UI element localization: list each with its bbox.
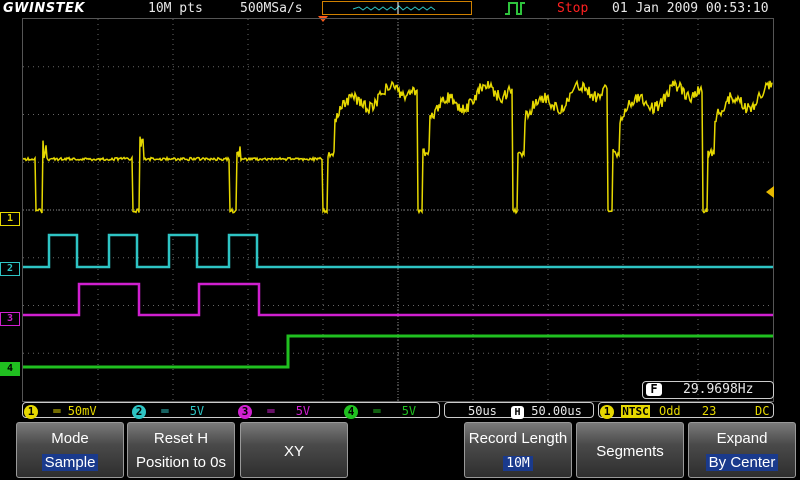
- xy-softkey[interactable]: XY: [240, 422, 348, 478]
- datetime-readout: 01 Jan 2009 00:53:10: [612, 1, 769, 16]
- top-status-bar: GWINSTEK 10M pts 500MSa/s Stop 01 Jan 20…: [0, 0, 800, 22]
- softkey-bar: Mode Sample Reset H Position to 0s XY Re…: [0, 420, 800, 480]
- ch4-scale[interactable]: 4 ═ 5V: [344, 402, 416, 420]
- frequency-measurement: F 29.9698Hz: [642, 381, 774, 399]
- brand-logo: GWINSTEK: [3, 1, 85, 16]
- record-length-softkey[interactable]: Record Length 10M: [464, 422, 572, 478]
- ch3-scale[interactable]: 3 ═ 5V: [238, 402, 310, 420]
- trigger-level-marker[interactable]: [766, 186, 774, 198]
- record-points-readout: 10M pts: [148, 1, 203, 16]
- expand-value: By Center: [705, 454, 779, 471]
- mode-softkey[interactable]: Mode Sample: [16, 422, 124, 478]
- measure-value: 29.9698Hz: [683, 382, 754, 397]
- trigger-source: NTSC: [621, 405, 650, 418]
- ch2-scale[interactable]: 2 ═ 5V: [132, 402, 204, 420]
- timebase-readout[interactable]: 50us: [468, 402, 497, 420]
- h-position-readout[interactable]: H 50.00us: [511, 402, 582, 420]
- ch1-scale[interactable]: 1 ═ 50mV: [24, 402, 97, 420]
- record-length-value: 10M: [503, 456, 533, 471]
- ch1-ground-marker[interactable]: 1: [0, 212, 20, 226]
- trigger-line: 23: [701, 404, 717, 418]
- ch2-ground-marker[interactable]: 2: [0, 262, 20, 276]
- sample-rate-readout: 500MSa/s: [240, 1, 303, 16]
- h-position-icon: H: [511, 406, 524, 419]
- waveform-display[interactable]: [22, 18, 774, 402]
- trigger-settings[interactable]: 1 NTSC Odd 23 DC: [600, 402, 769, 420]
- ch4-ground-marker[interactable]: 4: [0, 362, 20, 376]
- ch3-ground-marker[interactable]: 3: [0, 312, 20, 326]
- expand-softkey[interactable]: Expand By Center: [688, 422, 796, 478]
- run-state[interactable]: Stop: [557, 1, 588, 17]
- segments-softkey[interactable]: Segments: [576, 422, 684, 478]
- mode-value: Sample: [41, 454, 99, 471]
- reset-h-position-softkey[interactable]: Reset H Position to 0s: [127, 422, 235, 478]
- trigger-coupling: DC: [755, 404, 770, 418]
- memory-overview-bar[interactable]: [322, 1, 472, 15]
- trigger-marker-icon: [503, 0, 529, 16]
- trigger-field: Odd: [658, 404, 681, 418]
- measure-label: F: [646, 383, 662, 396]
